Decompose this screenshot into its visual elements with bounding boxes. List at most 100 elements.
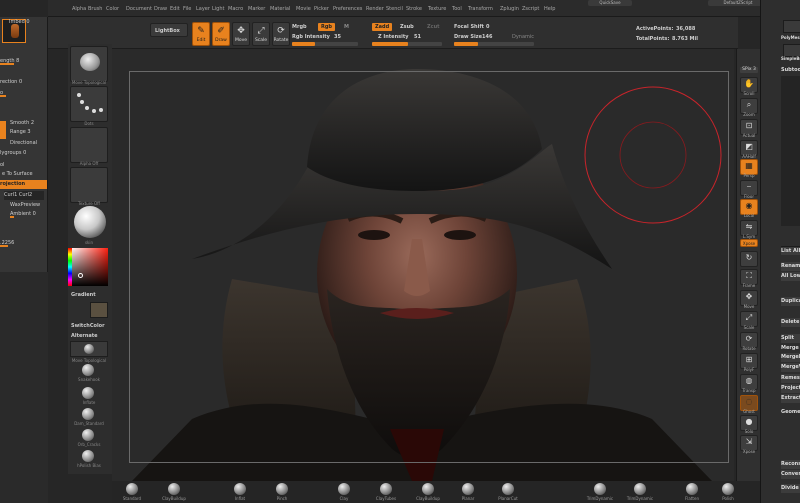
geometry-header[interactable]: Geometry bbox=[781, 408, 800, 417]
alpha-thumb[interactable] bbox=[70, 127, 108, 163]
scale-button[interactable]: ⤢ Scale bbox=[252, 22, 270, 46]
projection-toggle[interactable]: rojection bbox=[0, 180, 47, 189]
brush-flatten[interactable]: Flatten bbox=[672, 483, 712, 503]
brush-trimdynamic[interactable]: TrimDynamic bbox=[580, 483, 620, 503]
menu-texture[interactable]: Texture bbox=[428, 6, 446, 12]
brush-pinch[interactable]: Pinch bbox=[262, 483, 302, 503]
brush-planar[interactable]: Planar bbox=[448, 483, 488, 503]
menu-help[interactable]: Help bbox=[544, 6, 555, 12]
color-picker-handle[interactable] bbox=[78, 273, 83, 278]
rgb-intensity-slider[interactable] bbox=[292, 42, 358, 46]
all-low-button[interactable]: All Low bbox=[781, 272, 800, 281]
merge-header[interactable]: Merge bbox=[781, 344, 800, 353]
menu-alpha[interactable]: Alpha bbox=[72, 6, 86, 12]
delete-button[interactable]: Delete bbox=[781, 318, 800, 327]
draw-button[interactable]: ✐ Draw bbox=[212, 22, 230, 46]
menu-macro[interactable]: Macro bbox=[228, 6, 243, 12]
menu-zplugin[interactable]: Zplugin bbox=[500, 6, 519, 12]
polymesh-thumb[interactable] bbox=[783, 20, 800, 33]
move-button[interactable]: ✥ Move bbox=[232, 22, 250, 46]
brush-claytubes[interactable]: ClayTubes bbox=[366, 483, 406, 503]
length-slider[interactable]: ength 8 bbox=[0, 57, 47, 66]
inflate-brush-icon[interactable] bbox=[82, 387, 94, 399]
curl-buttons[interactable]: Curl1 Curl2 bbox=[4, 191, 44, 200]
secondary-color-swatch[interactable] bbox=[90, 302, 108, 318]
menu-render[interactable]: Render bbox=[366, 6, 384, 12]
m-toggle[interactable]: M bbox=[344, 24, 349, 30]
menu-color[interactable]: Color bbox=[106, 6, 119, 12]
brush-standard[interactable]: Standard bbox=[112, 483, 152, 503]
brush-planarcut[interactable]: PlanarCut bbox=[488, 483, 528, 503]
project-button[interactable]: Project bbox=[781, 384, 800, 393]
rotate-button[interactable]: ⟳ Rotate bbox=[272, 22, 290, 46]
menu-brush[interactable]: Brush bbox=[88, 6, 102, 12]
imbed-slider[interactable]: Imbed 0 bbox=[9, 18, 47, 27]
subtool-list[interactable] bbox=[781, 76, 800, 226]
menu-edit[interactable]: Edit bbox=[170, 6, 180, 12]
split-button[interactable]: Split bbox=[781, 334, 800, 343]
spix-control[interactable]: SPix 3 bbox=[740, 67, 758, 73]
polish-brush-icon[interactable] bbox=[82, 450, 94, 462]
merge-down-button[interactable]: MergeDown bbox=[781, 353, 800, 362]
rgb-toggle[interactable]: Rgb bbox=[318, 23, 336, 31]
menu-stroke[interactable]: Stroke bbox=[406, 6, 422, 12]
menu-marker[interactable]: Marker bbox=[248, 6, 265, 12]
alternate-button[interactable]: Alternate bbox=[71, 333, 98, 339]
stroke-thumb-dots[interactable] bbox=[70, 86, 108, 122]
edit-button[interactable]: ✎ Edit bbox=[192, 22, 210, 46]
smooth-slider[interactable]: Smooth 2 bbox=[10, 119, 47, 128]
waxpreview-toggle[interactable]: WaxPreview bbox=[10, 201, 47, 210]
texture-thumb[interactable] bbox=[70, 167, 108, 203]
viewport-canvas[interactable] bbox=[112, 49, 734, 481]
menu-material[interactable]: Material bbox=[270, 6, 290, 12]
menu-transform[interactable]: Transform bbox=[468, 6, 493, 12]
directional-toggle[interactable]: Directional bbox=[10, 139, 47, 148]
xpose-top-button[interactable]: Xpose bbox=[740, 239, 758, 247]
convert-button[interactable]: Convert bbox=[781, 470, 800, 479]
zadd-toggle[interactable]: Zadd bbox=[372, 23, 393, 31]
rename-button[interactable]: Rename bbox=[781, 262, 800, 271]
brush-claybuildup[interactable]: ClayBuildup bbox=[154, 483, 194, 503]
merge-visible-button[interactable]: MergeVisible bbox=[781, 363, 800, 372]
brush-inflat[interactable]: Inflat bbox=[220, 483, 260, 503]
brush-clay[interactable]: Clay bbox=[324, 483, 364, 503]
menu-preferences[interactable]: Preferences bbox=[333, 6, 362, 12]
extract-button[interactable]: Extract bbox=[781, 394, 800, 403]
divide-button[interactable]: Divide bbox=[781, 484, 800, 493]
remesh-button[interactable]: Remesh bbox=[781, 374, 800, 383]
mrgb-toggle[interactable]: Mrgb bbox=[292, 24, 307, 30]
list-all-button[interactable]: List All bbox=[781, 246, 800, 255]
zcut-toggle[interactable]: Zcut bbox=[424, 23, 443, 31]
duplicate-button[interactable]: Duplicate bbox=[781, 297, 800, 306]
quicksave-button[interactable]: QuickSave bbox=[588, 0, 632, 6]
snakehook-brush-icon[interactable] bbox=[82, 364, 94, 376]
value-slider[interactable]: .2256 bbox=[0, 239, 47, 248]
range-slider[interactable]: Range 3 bbox=[10, 128, 47, 137]
menu-zscript[interactable]: Zscript bbox=[522, 6, 539, 12]
menu-light[interactable]: Light bbox=[212, 6, 224, 12]
brush-claybuildup-2[interactable]: ClayBuildup bbox=[408, 483, 448, 503]
default-zscript-button[interactable]: DefaultZScript bbox=[708, 0, 768, 6]
menu-stencil[interactable]: Stencil bbox=[386, 6, 403, 12]
brush-polish[interactable]: Polish bbox=[708, 483, 748, 503]
ambient-slider[interactable]: Ambient 0 bbox=[10, 210, 47, 219]
to-surface-toggle[interactable]: e To Surface bbox=[2, 170, 47, 179]
rotate-view-icon[interactable]: ↻ bbox=[740, 251, 758, 267]
brush-thumb-move-topological[interactable] bbox=[70, 46, 108, 82]
orb-cracks-brush-icon[interactable] bbox=[82, 429, 94, 441]
switch-color-button[interactable]: SwitchColor bbox=[71, 323, 105, 329]
lightbox-button[interactable]: LightBox bbox=[150, 23, 188, 37]
menu-tool[interactable]: Tool bbox=[452, 6, 462, 12]
menu-file[interactable]: File bbox=[183, 6, 191, 12]
draw-size-slider[interactable] bbox=[454, 42, 534, 46]
material-thumb[interactable] bbox=[70, 206, 108, 242]
dynamic-toggle[interactable]: Dynamic bbox=[512, 34, 534, 40]
subtool-header[interactable]: Subtool bbox=[781, 66, 800, 75]
menu-document[interactable]: Document bbox=[126, 6, 152, 12]
reconstruct-button[interactable]: Reconstruct bbox=[781, 460, 800, 469]
polygroups-slider[interactable]: lygroups 0 bbox=[0, 149, 47, 158]
menu-layer[interactable]: Layer bbox=[196, 6, 210, 12]
o-slider[interactable]: o bbox=[0, 89, 47, 98]
direction-slider[interactable]: rection 0 bbox=[0, 78, 47, 87]
color-picker[interactable] bbox=[70, 248, 108, 286]
